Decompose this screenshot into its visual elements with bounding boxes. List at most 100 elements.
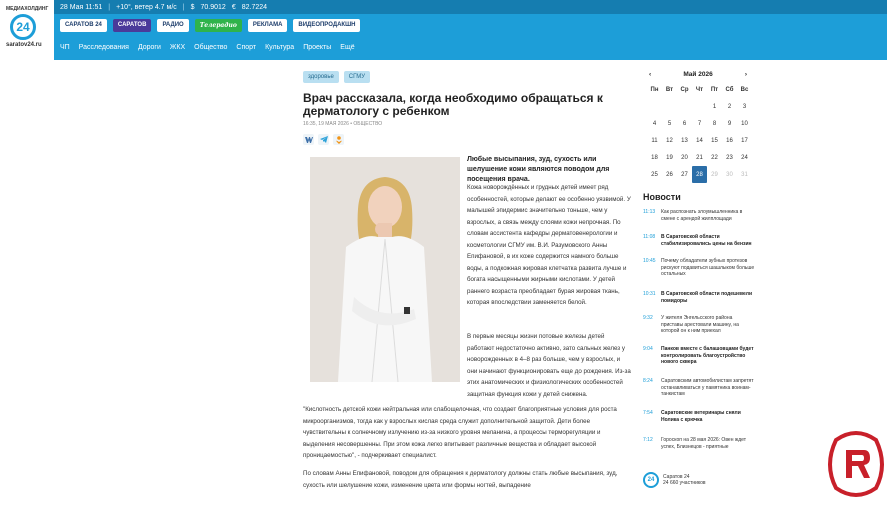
calendar-weekday: Сб	[725, 86, 734, 93]
calendar-day[interactable]: 7	[692, 115, 707, 132]
ok-share-icon[interactable]	[333, 134, 344, 145]
calendar-weekday: Пт	[710, 86, 719, 93]
social-members: 24 660 участников	[663, 480, 706, 486]
calendar-weekday: Вт	[665, 86, 674, 93]
news-item[interactable]: 11:13 Как распознать злоумышленника в сме…	[643, 209, 755, 222]
calendar-day[interactable]: 20	[677, 149, 692, 166]
calendar-day[interactable]: 29	[707, 166, 722, 183]
calendar-day[interactable]: 13	[677, 132, 692, 149]
news-time: 10:45	[643, 258, 656, 264]
news-headline[interactable]: Саратовским автомобилистам запретят оста…	[661, 378, 755, 398]
calendar-day[interactable]: 25	[647, 166, 662, 183]
calendar-day[interactable]: 28	[692, 166, 707, 183]
news-headline[interactable]: Как распознать злоумышленника в смене с …	[661, 209, 755, 222]
news-item[interactable]: 10:45 Почему обладатели зубных протезов р…	[643, 258, 755, 278]
nav-item-projects[interactable]: Проекты	[303, 44, 331, 51]
calendar-day[interactable]: 19	[662, 149, 677, 166]
calendar-day[interactable]: 22	[707, 149, 722, 166]
news-headline[interactable]: В Саратовской области подешевели помидор…	[661, 291, 755, 304]
calendar-weekday: Чт	[695, 86, 704, 93]
article-paragraph-1: Кожа новорождённых и грудных детей имеет…	[467, 184, 631, 306]
news-headline[interactable]: Саратовские ветеринары сняли Нолика с кр…	[661, 410, 755, 423]
news-item[interactable]: 7:12 Гороскоп на 28 мая 2026: Овен ждет у…	[643, 437, 755, 450]
logo-caption: МЕДИАХОЛДИНГ	[6, 6, 49, 12]
calendar-weekday: Вс	[740, 86, 749, 93]
calendar-day[interactable]: 15	[707, 132, 722, 149]
calendar-day[interactable]: 26	[662, 166, 677, 183]
usd-rate: 70.9012	[200, 3, 226, 11]
calendar-day[interactable]: 1	[707, 98, 722, 115]
nav-item-more[interactable]: Ещё	[340, 44, 354, 51]
news-time: 9:32	[643, 315, 653, 321]
vk-share-icon[interactable]	[303, 134, 314, 145]
calendar-day[interactable]: 8	[707, 115, 722, 132]
news-time: 7:12	[643, 437, 653, 443]
site-logo[interactable]: МЕДИАХОЛДИНГ 24 saratov24.ru	[0, 0, 54, 60]
calendar-day[interactable]: 24	[737, 149, 752, 166]
news-headline[interactable]: Панков вместе с балашовцами будет контро…	[661, 346, 755, 366]
calendar-day[interactable]: 9	[722, 115, 737, 132]
article-photo	[310, 157, 460, 382]
article-title: Врач рассказала, когда необходимо обраща…	[303, 91, 603, 118]
calendar-day[interactable]: 14	[692, 132, 707, 149]
nav-item-society[interactable]: Общество	[194, 44, 227, 51]
videoproduction-button[interactable]: ВИДЕОПРОДАКШН	[293, 18, 361, 32]
news-item[interactable]: 9:04 Панков вместе с балашовцами будет ко…	[643, 346, 755, 366]
nav-item-zhkh[interactable]: ЖКХ	[170, 44, 185, 51]
calendar-day[interactable]: 17	[737, 132, 752, 149]
social-widget[interactable]: 24 Саратов 24 24 660 участников	[643, 472, 706, 488]
calendar-day[interactable]: 5	[662, 115, 677, 132]
calendar-day[interactable]: 30	[722, 166, 737, 183]
calendar-widget: ‹ Май 2026 › Пн Вт Ср Чт Пт Сб Вс 1 2 3 4 5 6 7 8 9 10 11…	[643, 67, 753, 183]
news-item[interactable]: 7:54 Саратовские ветеринары сняли Нолика …	[643, 410, 755, 423]
calendar-prev-button[interactable]: ‹	[649, 71, 651, 78]
calendar-day[interactable]: 4	[647, 115, 662, 132]
calendar-day[interactable]: 21	[692, 149, 707, 166]
article-paragraph-3: "Кислотность детской кожи нейтральная ил…	[303, 406, 617, 459]
calendar-day[interactable]: 27	[677, 166, 692, 183]
news-heading: Новости	[643, 192, 681, 202]
news-headline[interactable]: В Саратовской области стабилизировались …	[661, 234, 755, 247]
nav-item-roads[interactable]: Дороги	[138, 44, 161, 51]
calendar-day[interactable]: 31	[737, 166, 752, 183]
calendar-day[interactable]: 12	[662, 132, 677, 149]
nav-item-chp[interactable]: ЧП	[60, 44, 70, 51]
ads-button[interactable]: РЕКЛАМА	[247, 18, 288, 32]
calendar-day[interactable]: 16	[722, 132, 737, 149]
brand-saratov24-button[interactable]: САРАТОВ 24	[60, 18, 107, 32]
nav-item-investigations[interactable]: Расследования	[79, 44, 129, 51]
news-item[interactable]: 10:31 В Саратовской области подешевели по…	[643, 291, 755, 304]
news-item[interactable]: 8:24 Саратовским автомобилистам запретят …	[643, 378, 755, 398]
calendar-weekday: Пн	[650, 86, 659, 93]
article-meta: 16:35, 19 МАЯ 2026 • ОБЩЕСТВО	[303, 121, 383, 127]
news-headline[interactable]: Почему обладатели зубных протезов рискую…	[661, 258, 755, 278]
eur-symbol: €	[231, 3, 236, 11]
calendar-day[interactable]: 10	[737, 115, 752, 132]
calendar-day[interactable]: 11	[647, 132, 662, 149]
calendar-day[interactable]: 23	[722, 149, 737, 166]
corner-logo[interactable]	[826, 430, 886, 500]
calendar-day[interactable]: 18	[647, 149, 662, 166]
calendar-day[interactable]: 2	[722, 98, 737, 115]
brand-saratov-button[interactable]: САРАТОВ	[112, 18, 152, 32]
rutube-logo-icon	[828, 431, 884, 497]
calendar-day[interactable]: 6	[677, 115, 692, 132]
tag-health[interactable]: здоровье	[303, 71, 339, 83]
current-date: 28 Мая 11:51	[60, 3, 103, 11]
telegram-share-icon[interactable]	[318, 134, 329, 145]
news-item[interactable]: 9:32 У жителя Энгельсского района пристав…	[643, 315, 755, 335]
calendar-next-button[interactable]: ›	[745, 71, 747, 78]
tag-sgmu[interactable]: СГМУ	[343, 71, 371, 83]
news-headline[interactable]: У жителя Энгельсского района приставы ар…	[661, 315, 755, 335]
calendar-grid: Пн Вт Ср Чт Пт Сб Вс 1 2 3 4 5 6 7 8 9 10 11 12 13 14 15 16 17 1…	[643, 81, 753, 183]
calendar-day[interactable]: 3	[737, 98, 752, 115]
calendar-empty-cell	[692, 98, 707, 115]
radio-button[interactable]: РАДИО	[157, 18, 189, 32]
doctor-portrait-image	[310, 157, 460, 382]
nav-item-culture[interactable]: Культура	[265, 44, 294, 51]
news-item[interactable]: 11:08 В Саратовской области стабилизирова…	[643, 234, 755, 247]
teleradio-button[interactable]: Телерадио	[194, 18, 242, 32]
nav-item-sport[interactable]: Спорт	[236, 44, 256, 51]
calendar-weekday: Ср	[680, 86, 689, 93]
news-headline[interactable]: Гороскоп на 28 мая 2026: Овен ждет успех…	[661, 437, 755, 450]
